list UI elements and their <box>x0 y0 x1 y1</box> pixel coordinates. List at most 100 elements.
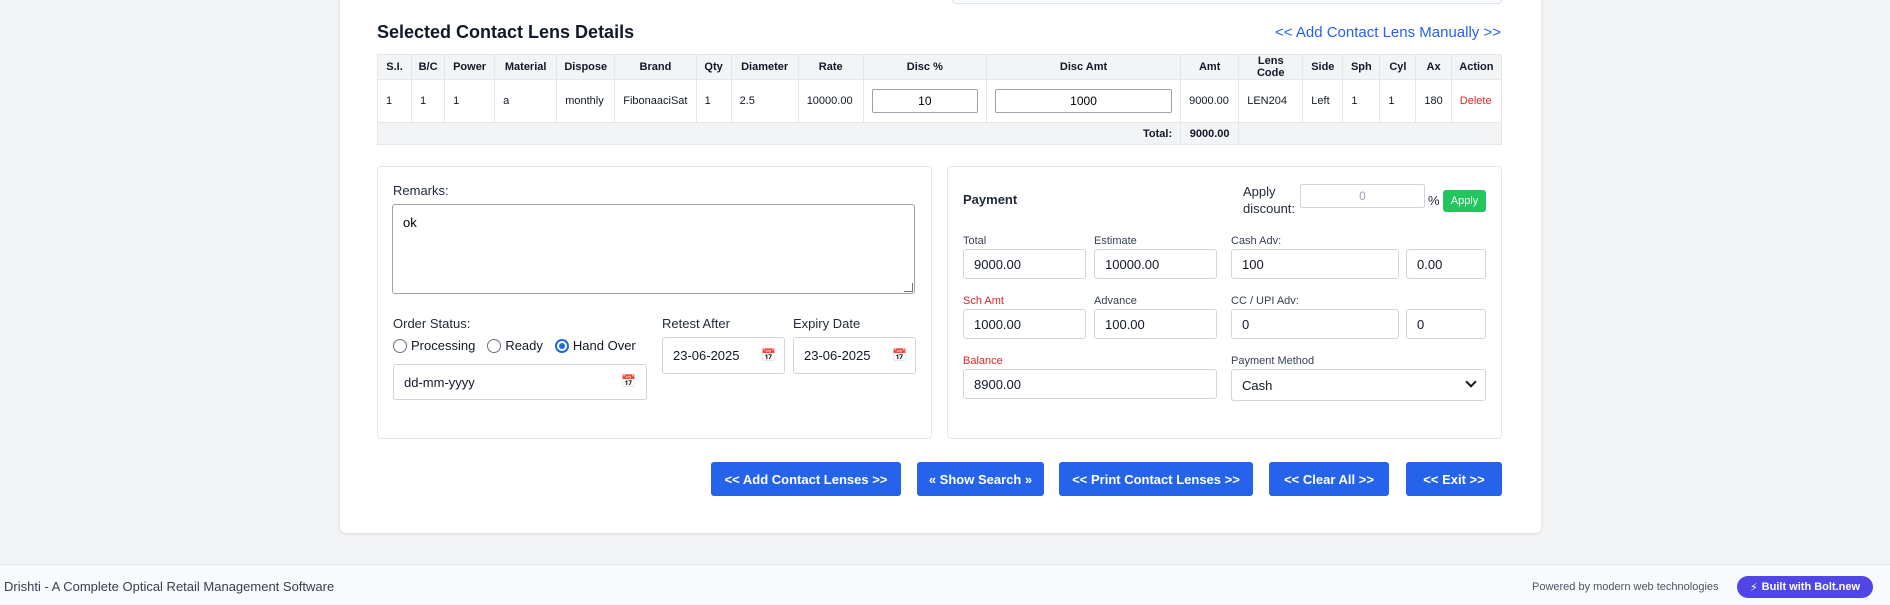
expiry-label: Expiry Date <box>793 316 861 331</box>
cell-brand: FibonaaciSat <box>614 79 697 123</box>
cell-disc-pct <box>862 79 987 123</box>
cash-adv-label: Cash Adv: <box>1231 235 1282 247</box>
radio-ready[interactable]: Ready <box>487 338 543 353</box>
col-si: S.I. <box>376 54 413 80</box>
disc-amt-input[interactable] <box>994 89 1173 113</box>
calendar-icon[interactable]: 📅 <box>621 374 636 388</box>
col-amt: Amt <box>1180 54 1240 80</box>
advance-label: Advance <box>1094 295 1137 307</box>
chevron-down-icon <box>1465 376 1477 388</box>
cc-upi-field[interactable]: 0 <box>1231 309 1399 339</box>
total-label: Total <box>963 235 987 247</box>
cell-lens-code: LEN204 <box>1238 79 1304 123</box>
cc-upi-extra-field[interactable]: 0 <box>1406 309 1486 339</box>
col-lens-code: Lens Code <box>1238 54 1304 80</box>
cell-cyl: 1 <box>1379 79 1417 123</box>
cash-adv-field[interactable]: 100 <box>1231 249 1399 279</box>
exit-button[interactable]: << Exit >> <box>1406 462 1502 496</box>
cash-adv-extra-field[interactable]: 0.00 <box>1406 249 1486 279</box>
radio-hand-over[interactable]: Hand Over <box>554 338 636 353</box>
cell-diameter: 2.5 <box>730 79 799 123</box>
payment-method-value: Cash <box>1242 377 1273 393</box>
col-side: Side <box>1302 54 1344 80</box>
col-rate: Rate <box>797 54 864 80</box>
expiry-date-value: 23-06-2025 <box>804 348 871 363</box>
footer-text: Drishti - A Complete Optical Retail Mana… <box>4 579 335 594</box>
sch-amt-field[interactable]: 1000.00 <box>963 309 1086 339</box>
radio-processing[interactable]: Processing <box>393 338 475 353</box>
show-search-button[interactable]: « Show Search » <box>917 462 1044 496</box>
remarks-label: Remarks: <box>393 183 449 198</box>
cell-bc: 1 <box>411 79 446 123</box>
radio-circle-icon <box>393 338 407 353</box>
col-action: Action <box>1450 54 1503 80</box>
radio-label: Ready <box>505 338 543 353</box>
total-row: Total: 9000.00 <box>376 122 1502 145</box>
radio-checked-icon <box>554 338 569 353</box>
total-spacer <box>1238 122 1502 145</box>
table-row: 1 1 1 a monthly FibonaaciSat 1 2.5 10000… <box>376 79 1503 123</box>
section-title: Selected Contact Lens Details <box>377 22 635 42</box>
add-contact-lens-manually-link[interactable]: << Add Contact Lens Manually >> <box>1275 24 1501 41</box>
order-status-radio-group: Processing Ready Hand Over <box>393 338 636 353</box>
estimate-field[interactable]: 10000.00 <box>1094 249 1217 279</box>
col-bc: B/C <box>411 54 446 80</box>
bolt-label: Built with Bolt.new <box>1761 581 1861 593</box>
expiry-date-input[interactable]: 23-06-2025 📅 <box>793 337 916 374</box>
payment-method-select[interactable]: Cash <box>1231 369 1486 401</box>
bolt-icon: ⚡ <box>1749 581 1758 594</box>
col-power: Power <box>444 54 496 80</box>
col-dispose: Dispose <box>556 54 616 80</box>
sch-amt-label: Sch Amt <box>963 295 1004 307</box>
estimate-label: Estimate <box>1094 235 1137 247</box>
retest-label: Retest After <box>662 316 730 331</box>
col-sph: Sph <box>1342 54 1381 80</box>
apply-discount-label: Apply discount: <box>1243 184 1296 216</box>
cc-upi-label: CC / UPI Adv: <box>1231 295 1299 307</box>
radio-circle-icon <box>487 338 502 353</box>
delete-button[interactable]: Delete <box>1450 79 1503 123</box>
disc-pct-input[interactable] <box>871 89 978 113</box>
cell-sph: 1 <box>1342 79 1381 123</box>
cell-side: Left <box>1302 79 1344 123</box>
order-status-label: Order Status: <box>393 316 471 331</box>
cell-disc-amt <box>985 79 1182 123</box>
discount-input[interactable]: 0 <box>1300 184 1425 208</box>
clear-all-button[interactable]: << Clear All >> <box>1269 462 1389 496</box>
top-strip <box>952 0 1502 4</box>
cell-amt: 9000.00 <box>1180 79 1240 123</box>
cell-material: a <box>494 79 558 123</box>
order-date-placeholder: dd-mm-yyyy <box>404 374 475 390</box>
radio-label: Hand Over <box>572 338 636 353</box>
table-header-row: S.I. B/C Power Material Dispose Brand Qt… <box>376 54 1503 80</box>
retest-date-input[interactable]: 23-06-2025 📅 <box>662 337 785 374</box>
col-disc-pct: Disc % <box>862 54 987 80</box>
powered-by-text: Powered by modern web technologies <box>1532 581 1719 593</box>
balance-field[interactable]: 8900.00 <box>963 369 1217 399</box>
cell-qty: 1 <box>695 79 732 123</box>
payment-title: Payment <box>963 192 1018 207</box>
add-contact-lenses-button[interactable]: << Add Contact Lenses >> <box>711 462 901 496</box>
calendar-icon[interactable]: 📅 <box>892 348 907 362</box>
apply-button[interactable]: Apply <box>1443 190 1486 212</box>
balance-label: Balance <box>963 355 1003 367</box>
cell-dispose: monthly <box>556 79 616 123</box>
cell-si: 1 <box>376 79 413 123</box>
advance-field[interactable]: 100.00 <box>1094 309 1217 339</box>
total-value: 9000.00 <box>1180 122 1240 145</box>
cell-ax: 180 <box>1415 79 1452 123</box>
col-brand: Brand <box>614 54 697 80</box>
resize-grip-icon[interactable] <box>904 283 913 292</box>
retest-date-value: 23-06-2025 <box>673 348 740 363</box>
total-field[interactable]: 9000.00 <box>963 249 1086 279</box>
payment-method-label: Payment Method <box>1231 355 1315 367</box>
order-date-input[interactable]: dd-mm-yyyy 📅 <box>393 364 647 400</box>
lens-table: S.I. B/C Power Material Dispose Brand Qt… <box>376 54 1503 145</box>
total-label: Total: <box>376 122 1182 145</box>
print-contact-lenses-button[interactable]: << Print Contact Lenses >> <box>1059 462 1253 496</box>
calendar-icon[interactable]: 📅 <box>761 348 776 362</box>
col-qty: Qty <box>695 54 732 80</box>
built-with-bolt-badge[interactable]: ⚡ Built with Bolt.new <box>1737 576 1873 598</box>
remarks-textarea[interactable]: ok <box>392 204 915 294</box>
col-cyl: Cyl <box>1379 54 1417 80</box>
